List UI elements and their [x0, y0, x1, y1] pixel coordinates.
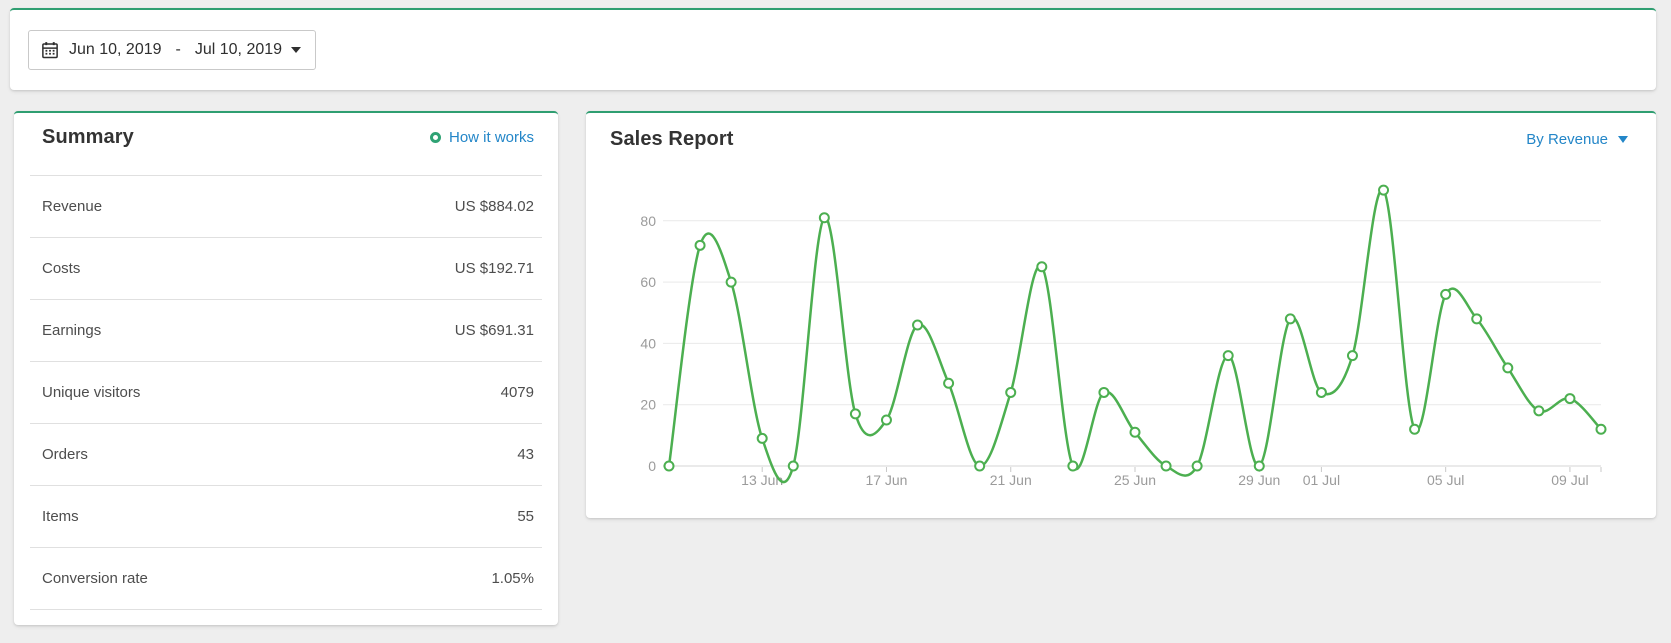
x-axis-tick-label: 21 Jun: [990, 472, 1032, 488]
y-axis-tick-label: 60: [640, 274, 656, 290]
by-revenue-dropdown[interactable]: By Revenue: [1526, 131, 1628, 148]
summary-row-unique-visitors: Unique visitors 4079: [30, 362, 542, 424]
data-point-marker[interactable]: [1037, 262, 1046, 271]
dashboard-content: Summary How it works Revenue US $884.02 Co…: [14, 111, 1661, 625]
data-point-marker[interactable]: [1534, 406, 1543, 415]
data-point-marker[interactable]: [727, 278, 736, 287]
data-point-marker[interactable]: [820, 213, 829, 222]
y-axis-tick-label: 20: [640, 397, 656, 413]
metric-label: Items: [42, 508, 79, 525]
summary-row-orders: Orders 43: [30, 424, 542, 486]
date-range-end: Jul 10, 2019: [195, 41, 282, 59]
revenue-line: [669, 189, 1601, 482]
data-point-marker[interactable]: [1472, 314, 1481, 323]
analytics-dashboard: Jun 10, 2019 - Jul 10, 2019 Summary How …: [0, 0, 1671, 625]
chevron-down-icon: [291, 47, 301, 53]
data-point-marker[interactable]: [1503, 363, 1512, 372]
data-point-marker[interactable]: [1131, 428, 1140, 437]
how-it-works-label: How it works: [449, 129, 534, 146]
sales-report-title: Sales Report: [610, 128, 733, 151]
metric-value: US $884.02: [455, 198, 534, 215]
sales-line-chart[interactable]: 02040608013 Jun17 Jun21 Jun25 Jun29 Jun0…: [586, 113, 1656, 518]
chevron-down-icon: [1618, 136, 1628, 143]
data-point-marker[interactable]: [1162, 462, 1171, 471]
data-point-marker[interactable]: [1193, 462, 1202, 471]
metric-label: Revenue: [42, 198, 102, 215]
date-range-separator: -: [176, 41, 181, 59]
summary-title: Summary: [42, 126, 134, 149]
metric-label: Unique visitors: [42, 384, 140, 401]
metric-value: 43: [517, 446, 534, 463]
data-point-marker[interactable]: [1068, 462, 1077, 471]
x-axis-tick-label: 01 Jul: [1303, 472, 1340, 488]
summary-row-conversion-rate: Conversion rate 1.05%: [30, 548, 542, 610]
data-point-marker[interactable]: [1410, 425, 1419, 434]
metric-value: US $691.31: [455, 322, 534, 339]
data-point-marker[interactable]: [1286, 314, 1295, 323]
data-point-marker[interactable]: [1099, 388, 1108, 397]
data-point-marker[interactable]: [696, 241, 705, 250]
data-point-marker[interactable]: [1379, 186, 1388, 195]
metric-label: Conversion rate: [42, 570, 148, 587]
data-point-marker[interactable]: [913, 321, 922, 330]
sales-report-card: Sales Report By Revenue 02040608013 Jun1…: [586, 111, 1656, 518]
metric-value: 55: [517, 508, 534, 525]
date-range-start: Jun 10, 2019: [69, 41, 162, 59]
y-axis-tick-label: 80: [640, 213, 656, 229]
y-axis-tick-label: 0: [648, 458, 656, 474]
how-it-works-link[interactable]: How it works: [430, 129, 534, 146]
date-range-picker-button[interactable]: Jun 10, 2019 - Jul 10, 2019: [28, 30, 316, 70]
x-axis-tick-label: 05 Jul: [1427, 472, 1464, 488]
summary-row-earnings: Earnings US $691.31: [30, 300, 542, 362]
x-axis-tick-label: 17 Jun: [865, 472, 907, 488]
data-point-marker[interactable]: [944, 379, 953, 388]
date-filter-bar: Jun 10, 2019 - Jul 10, 2019: [10, 8, 1656, 90]
summary-card: Summary How it works Revenue US $884.02 Co…: [14, 111, 558, 625]
metric-value: 1.05%: [491, 570, 534, 587]
metric-label: Orders: [42, 446, 88, 463]
data-point-marker[interactable]: [789, 462, 798, 471]
data-point-marker[interactable]: [851, 409, 860, 418]
metric-label: Earnings: [42, 322, 101, 339]
data-point-marker[interactable]: [758, 434, 767, 443]
x-axis-tick-label: 29 Jun: [1238, 472, 1280, 488]
data-point-marker[interactable]: [1006, 388, 1015, 397]
data-point-marker[interactable]: [1565, 394, 1574, 403]
summary-row-revenue: Revenue US $884.02: [30, 176, 542, 238]
summary-metrics-list: Revenue US $884.02 Costs US $192.71 Earnings…: [30, 176, 542, 610]
summary-row-items: Items 55: [30, 486, 542, 548]
x-axis-tick-label: 09 Jul: [1551, 472, 1588, 488]
data-point-marker[interactable]: [975, 462, 984, 471]
data-point-marker[interactable]: [1317, 388, 1326, 397]
summary-row-costs: Costs US $192.71: [30, 238, 542, 300]
metric-value: 4079: [501, 384, 534, 401]
data-point-marker[interactable]: [1348, 351, 1357, 360]
data-point-marker[interactable]: [665, 462, 674, 471]
data-point-marker[interactable]: [1597, 425, 1606, 434]
data-point-marker[interactable]: [882, 416, 891, 425]
data-point-marker[interactable]: [1255, 462, 1264, 471]
sales-report-header: Sales Report By Revenue: [610, 128, 1628, 151]
info-ring-icon: [430, 132, 441, 143]
metric-label: Costs: [42, 260, 80, 277]
by-revenue-label: By Revenue: [1526, 131, 1608, 148]
y-axis-tick-label: 40: [640, 335, 656, 351]
summary-header: Summary How it works: [30, 113, 542, 176]
calendar-icon: [41, 41, 59, 59]
x-axis-tick-label: 25 Jun: [1114, 472, 1156, 488]
metric-value: US $192.71: [455, 260, 534, 277]
data-point-marker[interactable]: [1441, 290, 1450, 299]
data-point-marker[interactable]: [1224, 351, 1233, 360]
